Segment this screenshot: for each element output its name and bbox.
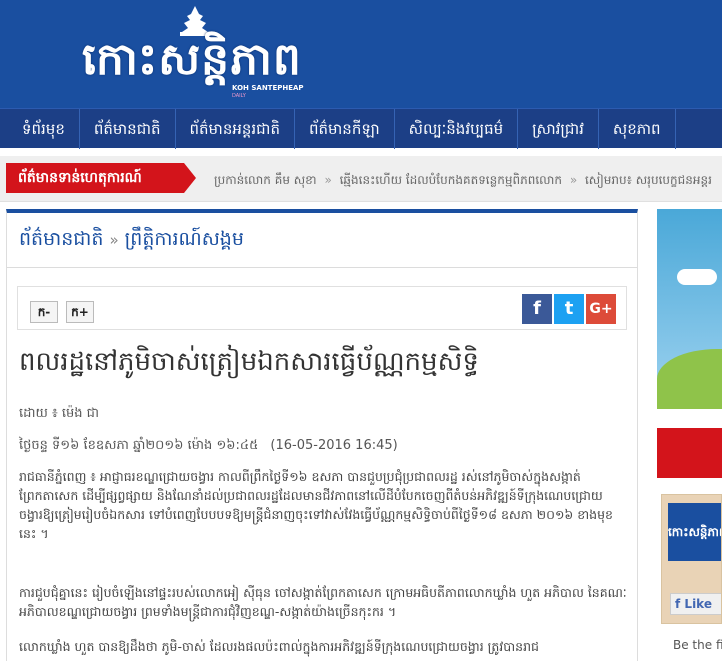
- sidebar-footer-text: Be the fi: [673, 638, 722, 652]
- site-header: កោះសន្តិភាព KOH SANTEPHEAP DAILY: [0, 0, 722, 108]
- ticker-item[interactable]: សៀមរាប៖ សរុបបេក្ខជនអន្តរ: [585, 173, 712, 187]
- ticker-separator: »: [569, 173, 578, 187]
- nav-item-sports[interactable]: ព័ត៌មានកីឡា: [295, 109, 395, 149]
- ticker-item[interactable]: ប្រកាន់លោក គឹម សុខា: [214, 173, 317, 187]
- google-plus-share-icon[interactable]: G+: [586, 294, 616, 324]
- nav-item-research[interactable]: ស្រាវជ្រាវ: [518, 109, 599, 149]
- ticker-item[interactable]: ឆ្មើងនេះហើយ ដែលបំបែកងគតទន្លេកម្មពិភពលោក: [340, 173, 562, 187]
- like-label: Like: [684, 597, 712, 611]
- ticker-separator: »: [324, 173, 332, 187]
- divider: [7, 267, 637, 268]
- logo-subtitle: KOH SANTEPHEAP: [232, 84, 304, 92]
- sidebar-advertisement[interactable]: [657, 209, 722, 409]
- nav-item-arts[interactable]: សិល្បៈនិងវប្បធម៌: [395, 109, 519, 149]
- facebook-share-icon[interactable]: f: [522, 294, 552, 324]
- facebook-page-widget: កោះសន្តិភាព f Like: [661, 494, 722, 624]
- main-nav: ទំព័រមុខ ព័ត៌មានជាតិ ព័ត៌មានអន្តរជាតិ ព័…: [0, 108, 722, 149]
- hill-graphic: [657, 349, 722, 409]
- font-decrease-button[interactable]: ក-: [30, 301, 58, 323]
- article-container: ព័ត៌មានជាតិ » ព្រឹត្តិការណ៍សង្គម ក- ក+ f t…: [6, 209, 638, 661]
- breaking-news-bar: ព័ត៌មានទាន់ហេតុការណ៍ ប្រកាន់លោក គឹម សុខា…: [0, 156, 722, 202]
- nav-item-international[interactable]: ព័ត៌មានអន្តរជាតិ: [176, 109, 295, 149]
- sidebar-banner[interactable]: [657, 428, 722, 478]
- nav-item-home[interactable]: ទំព័រមុខ: [0, 109, 80, 149]
- twitter-share-icon[interactable]: t: [554, 294, 584, 324]
- nav-item-national[interactable]: ព័ត៌មានជាតិ: [80, 109, 176, 149]
- article-title: ពលរដ្ឋនៅភូមិចាស់ត្រៀមឯកសារធ្វើប័ណ្ណកម្មស…: [19, 347, 479, 377]
- article-byline: ដោយ ៖ ម៉េង ជា: [19, 406, 99, 421]
- font-increase-button[interactable]: ក+: [66, 301, 94, 323]
- facebook-like-button[interactable]: f Like: [670, 593, 721, 615]
- article-paragraph: ការជួបជុំគ្នានេះ រៀបចំឡើងនៅផ្ទះរបស់លោកអៀ…: [19, 585, 627, 619]
- sidebar-logo[interactable]: កោះសន្តិភាព: [668, 503, 721, 561]
- cloud-graphic: [677, 269, 717, 285]
- nav-item-health[interactable]: សុខភាព: [599, 109, 676, 149]
- breadcrumb-section[interactable]: ព័ត៌មានជាតិ: [19, 228, 103, 250]
- breadcrumb-separator: »: [109, 231, 119, 249]
- breaking-news-label: ព័ត៌មានទាន់ហេតុការណ៍: [6, 163, 196, 193]
- site-logo[interactable]: កោះសន្តិភាព KOH SANTEPHEAP DAILY: [82, 6, 312, 102]
- article-date-khmer: ថ្ងៃចន្ទ ទី១៦ ខែឧសភា ឆ្នាំ២០១៦ ម៉ោង ១៦:៤…: [19, 438, 259, 453]
- article-date-numeric: (16-05-2016 16:45): [270, 438, 398, 453]
- breadcrumb: ព័ត៌មានជាតិ » ព្រឹត្តិការណ៍សង្គម: [19, 227, 244, 255]
- facebook-icon: f: [675, 597, 681, 611]
- article-paragraph: លោកឃ្លាំង ហួត បានឱ្យដឹងថា ភូមិ-ចាស់ ដែលរ…: [19, 639, 539, 654]
- breadcrumb-subsection[interactable]: ព្រឹត្តិការណ៍សង្គម: [125, 228, 244, 250]
- article-paragraph: រាជធានីភ្នំពេញ ៖ អាជ្ញាធរខណ្ឌជ្រោយចង្វារ…: [19, 469, 613, 541]
- article-date: ថ្ងៃចន្ទ ទី១៦ ខែឧសភា ឆ្នាំ២០១៦ ម៉ោង ១៦:៤…: [19, 437, 398, 456]
- logo-tagline: DAILY: [232, 93, 246, 99]
- article-toolbar: ក- ក+ f t G+: [17, 286, 627, 330]
- news-ticker: ប្រកាន់លោក គឹម សុខា » ឆ្មើងនេះហើយ ដែលបំប…: [214, 172, 712, 190]
